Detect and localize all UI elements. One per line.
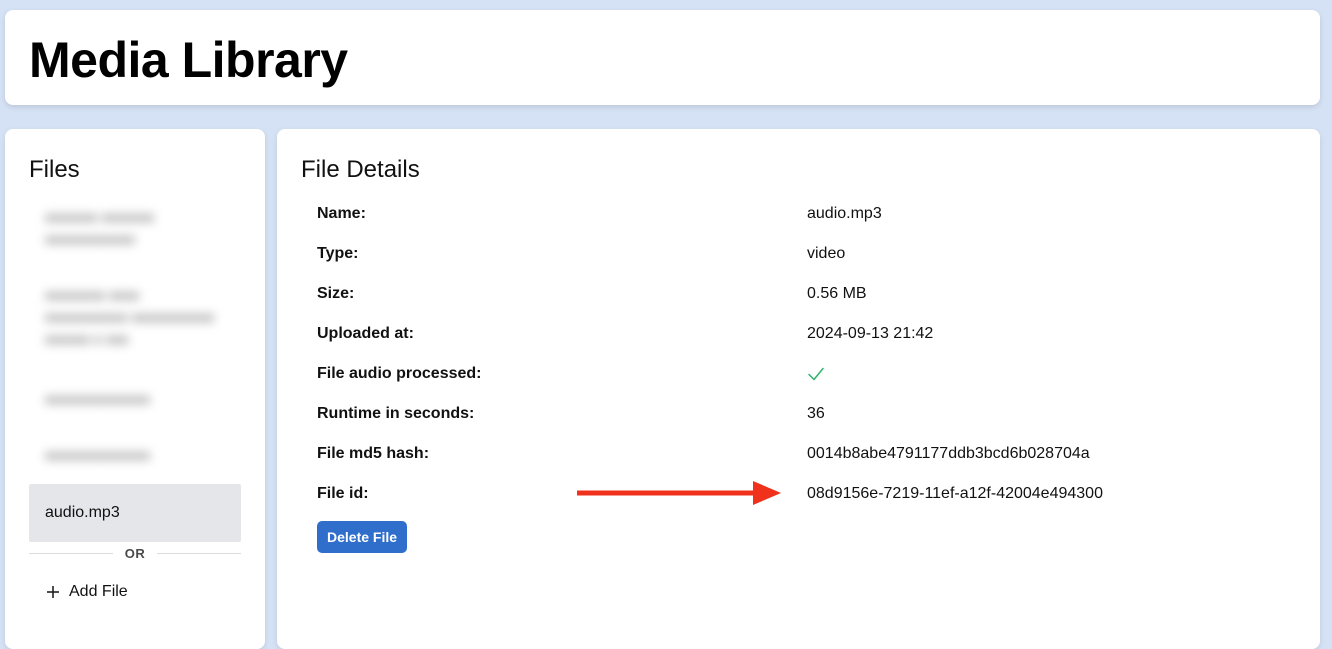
page-title: Media Library — [29, 32, 348, 88]
detail-row-md5-hash: File md5 hash: 0014b8abe4791177ddb3bcd6b… — [317, 442, 1297, 466]
detail-value — [807, 362, 825, 386]
file-list-item-blurred[interactable]: xxxxxxxxxxxxxx — [29, 445, 241, 467]
detail-value: audio.mp3 — [807, 205, 882, 222]
detail-row-name: Name: audio.mp3 — [317, 202, 1297, 226]
detail-label: File md5 hash: — [317, 445, 430, 462]
delete-file-button[interactable]: Delete File — [317, 521, 408, 553]
detail-label: Type: — [317, 245, 359, 262]
detail-value: 0.56 MB — [807, 285, 867, 302]
detail-row-runtime: Runtime in seconds: 36 — [317, 402, 1297, 426]
check-icon — [807, 365, 825, 383]
detail-label: Uploaded at: — [317, 325, 414, 342]
detail-label: Name: — [317, 205, 366, 222]
detail-value: 36 — [807, 405, 825, 422]
add-file-label: Add File — [69, 583, 128, 600]
plus-icon — [45, 584, 61, 600]
details-title: File Details — [301, 156, 420, 183]
file-details-panel: File Details Name: audio.mp3 Type: video… — [277, 129, 1320, 649]
detail-value: video — [807, 245, 846, 262]
file-list-item-active[interactable]: audio.mp3 — [29, 484, 241, 542]
or-label: OR — [124, 545, 146, 561]
file-list-item-blurred[interactable]: xxxxxxxx xxxx xxxxxxxxxxx xxxxxxxxxxx xx… — [29, 285, 241, 351]
file-list-item-blurred[interactable]: xxxxxxxxxxxxxx — [29, 389, 241, 411]
or-divider: OR — [29, 542, 241, 564]
detail-row-size: Size: 0.56 MB — [317, 282, 1297, 306]
detail-row-audio-processed: File audio processed: — [317, 362, 1297, 386]
detail-value: 2024-09-13 21:42 — [807, 325, 934, 342]
detail-row-file-id: File id: 08d9156e-7219-11ef-a12f-42004e4… — [317, 482, 1297, 506]
annotation-arrow-icon — [577, 480, 782, 506]
detail-value: 08d9156e-7219-11ef-a12f-42004e494300 — [807, 485, 1103, 502]
sidebar-title: Files — [29, 156, 80, 183]
detail-label: File audio processed: — [317, 365, 482, 382]
files-sidebar: Files xxxxxxx xxxxxxx xxxxxxxxxxxx xxxxx… — [5, 129, 265, 649]
add-file-button[interactable]: Add File — [45, 580, 128, 604]
header-card: Media Library — [5, 10, 1320, 105]
detail-row-uploaded-at: Uploaded at: 2024-09-13 21:42 — [317, 322, 1297, 346]
file-list-item-label: audio.mp3 — [45, 504, 120, 521]
divider-rule — [157, 552, 241, 554]
detail-value: 0014b8abe4791177ddb3bcd6b028704a — [807, 445, 1090, 462]
detail-row-type: Type: video — [317, 242, 1297, 266]
detail-label: Runtime in seconds: — [317, 405, 475, 422]
detail-label: Size: — [317, 285, 355, 302]
divider-rule — [29, 552, 113, 554]
file-list-item-blurred[interactable]: xxxxxxx xxxxxxx xxxxxxxxxxxx — [29, 207, 241, 251]
detail-label: File id: — [317, 485, 369, 502]
